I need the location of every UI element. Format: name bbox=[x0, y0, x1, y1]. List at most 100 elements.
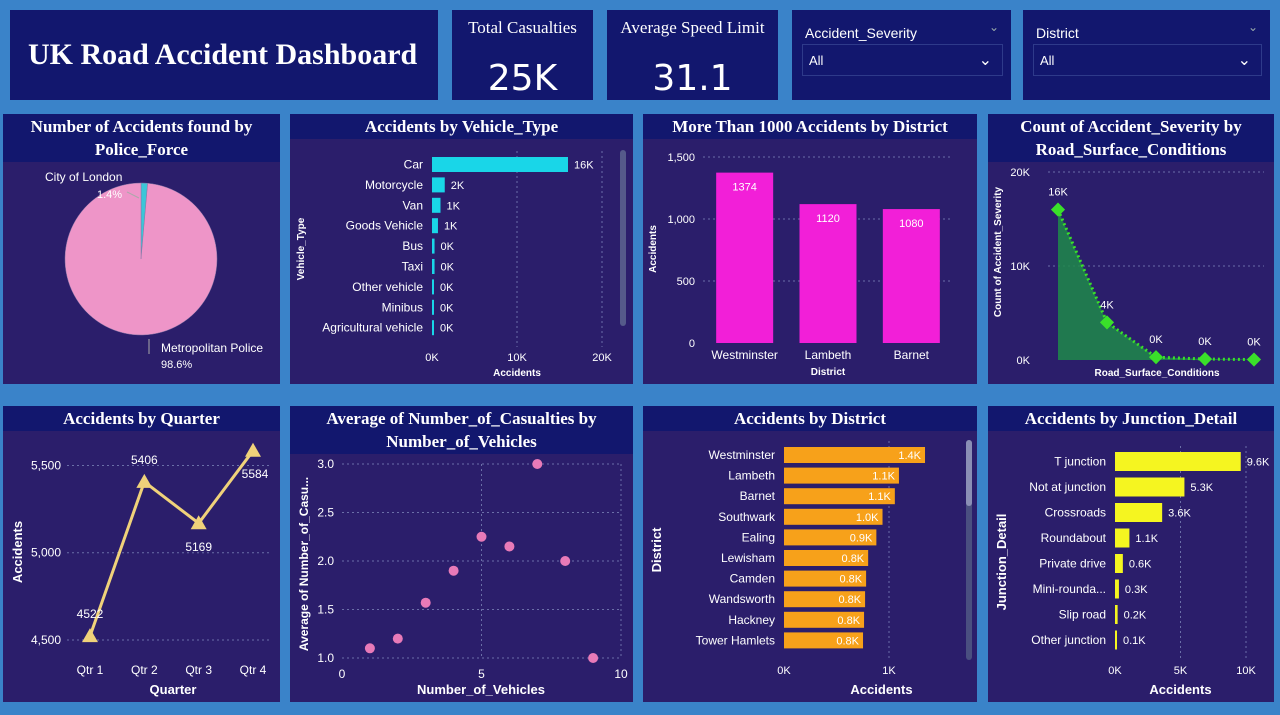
panel-title: Accidents by District bbox=[643, 406, 977, 431]
data-label: 0.1K bbox=[1123, 635, 1146, 647]
average-speed-limit-card[interactable]: Average Speed Limit 31.1 bbox=[607, 10, 778, 100]
bar bbox=[432, 157, 568, 172]
data-label: 4K bbox=[1100, 299, 1114, 311]
scatter-point bbox=[560, 556, 571, 566]
chevron-down-icon[interactable]: ⌄ bbox=[1238, 50, 1251, 70]
junction-panel[interactable]: Accidents by Junction_Detail 0K 5K 10K T ju… bbox=[988, 406, 1274, 702]
panel-title: Average of Number_of_Casualties by Numbe… bbox=[290, 406, 633, 454]
casualties-panel[interactable]: Average of Number_of_Casualties by Numbe… bbox=[290, 406, 633, 702]
data-label: 0K bbox=[1247, 337, 1261, 349]
x-axis-title: District bbox=[811, 367, 846, 378]
x-tick-label: 5 bbox=[478, 667, 485, 681]
casualties-scatter-chart[interactable]: 1.0 1.5 2.0 2.5 3.0 0 5 10 Number_of_Vehicles Ave… bbox=[290, 454, 633, 702]
data-label: 1K bbox=[447, 200, 461, 212]
scatter-point bbox=[392, 633, 403, 644]
category-label: Van bbox=[403, 198, 423, 212]
y-axis-title: District bbox=[649, 527, 664, 572]
bar bbox=[432, 279, 434, 295]
y-tick-label: 1,000 bbox=[667, 214, 695, 226]
data-label: 0K bbox=[1149, 334, 1163, 346]
panel-title: Number of Accidents found by Police_Forc… bbox=[3, 114, 280, 162]
district-dropdown[interactable]: All ⌄ bbox=[1033, 44, 1262, 76]
category-label: Minibus bbox=[382, 300, 423, 314]
scrollbar-thumb[interactable] bbox=[966, 440, 972, 506]
y-tick-label: 10K bbox=[1010, 261, 1030, 273]
district1000-bar-chart[interactable]: 0 500 1,000 1,500 1374 Westminster 1120 Lambeth… bbox=[643, 139, 977, 384]
data-point bbox=[1197, 351, 1213, 367]
category-label: Barnet bbox=[894, 348, 930, 362]
pie-slice bbox=[64, 182, 218, 336]
panel-title: Count of Accident_Severity by Road_Surfa… bbox=[988, 114, 1274, 162]
y-tick-label: 0K bbox=[1017, 355, 1031, 367]
junction-bar-chart[interactable]: 0K 5K 10K T junction 9.6K Not at junction 5.3K… bbox=[988, 432, 1274, 702]
category-label: Qtr 1 bbox=[77, 663, 104, 677]
chevron-down-icon[interactable]: ⌄ bbox=[979, 50, 992, 70]
surface-panel[interactable]: Count of Accident_Severity by Road_Surfa… bbox=[988, 114, 1274, 384]
x-axis-title: Road_Surface_Conditions bbox=[1094, 368, 1219, 379]
panel-title: More Than 1000 Accidents by District bbox=[643, 114, 977, 139]
data-label: 1080 bbox=[899, 218, 923, 230]
scrollbar[interactable] bbox=[620, 150, 626, 326]
dropdown-value: All bbox=[809, 53, 824, 68]
category-label: Other junction bbox=[1031, 633, 1106, 647]
panel-title: Accidents by Junction_Detail bbox=[988, 406, 1274, 431]
data-label: 0.9K bbox=[850, 532, 873, 544]
district-slicer[interactable]: District ⌄ All ⌄ bbox=[1023, 10, 1270, 100]
data-label: 16K bbox=[1048, 187, 1068, 199]
accident-severity-dropdown[interactable]: All ⌄ bbox=[802, 44, 1003, 76]
category-label: Not at junction bbox=[1029, 480, 1106, 494]
data-label: 1.4K bbox=[898, 450, 921, 462]
police-force-panel[interactable]: Number of Accidents found by Police_Forc… bbox=[3, 114, 280, 384]
data-label: 0.3K bbox=[1125, 584, 1148, 596]
district-panel[interactable]: Accidents by District 0K 1K Westminster 1.4… bbox=[643, 406, 977, 702]
bar bbox=[432, 177, 445, 193]
quarter-line-chart[interactable]: 4,500 5,000 5,500 4522 Qtr 1 5406 Qtr 2 5169 Qtr… bbox=[3, 432, 280, 702]
data-label: 1.0K bbox=[856, 512, 879, 524]
category-label: Qtr 4 bbox=[240, 663, 267, 677]
district-bar-chart[interactable]: 0K 1K Westminster 1.4K Lambeth 1.1K Barnet 1.1K… bbox=[643, 432, 977, 702]
category-label: Barnet bbox=[740, 489, 776, 503]
data-label: 0.6K bbox=[1129, 559, 1152, 571]
collapse-chevron-icon[interactable]: ⌄ bbox=[989, 20, 999, 34]
y-tick-label: 4,500 bbox=[31, 633, 61, 647]
category-label: Car bbox=[404, 158, 423, 172]
y-tick-label: 3.0 bbox=[317, 457, 334, 471]
data-label: 0K bbox=[441, 241, 455, 253]
data-label: 0K bbox=[1198, 336, 1212, 348]
y-tick-label: 20K bbox=[1010, 167, 1030, 179]
category-label: Qtr 3 bbox=[185, 663, 212, 677]
pie-value-label: 1.4% bbox=[97, 189, 122, 201]
category-label: Slip road bbox=[1059, 608, 1106, 622]
district1000-panel[interactable]: More Than 1000 Accidents by District 0 50… bbox=[643, 114, 977, 384]
surface-area-chart[interactable]: 0K 10K 20K 16K 4K 0K 0K 0K Dry Wet ordamp Frostor … bbox=[988, 162, 1274, 384]
police-force-pie-chart[interactable]: City of London 1.4% Metropolitan Police 98.… bbox=[3, 164, 280, 384]
total-casualties-card[interactable]: Total Casualties 25K bbox=[452, 10, 593, 100]
vehicle-type-panel[interactable]: Accidents by Vehicle_Type 0K 10K 20K Car 16K… bbox=[290, 114, 633, 384]
category-label: Ealing bbox=[742, 530, 775, 544]
y-axis-title: Junction_Detail bbox=[994, 514, 1009, 611]
scatter-point bbox=[504, 541, 515, 552]
bar bbox=[432, 299, 434, 315]
x-tick-label: 0K bbox=[425, 352, 439, 364]
category-label: Motorcycle bbox=[365, 178, 423, 192]
x-tick-label: 5K bbox=[1174, 665, 1188, 677]
y-tick-label: 1,500 bbox=[667, 152, 695, 164]
x-axis-title: Accidents bbox=[850, 682, 912, 697]
quarter-panel[interactable]: Accidents by Quarter 4,500 5,000 5,500 4522… bbox=[3, 406, 280, 702]
accident-severity-slicer[interactable]: Accident_Severity ⌄ All ⌄ bbox=[792, 10, 1011, 100]
dashboard-title: UK Road Accident Dashboard bbox=[28, 38, 418, 71]
data-label: 0.8K bbox=[838, 594, 861, 606]
data-label: 5.3K bbox=[1190, 482, 1213, 494]
data-label: 0K bbox=[441, 262, 455, 274]
data-label: 4522 bbox=[77, 607, 104, 621]
scatter-point bbox=[364, 643, 375, 654]
category-label: Wandsworth bbox=[709, 592, 775, 606]
vehicle-type-bar-chart[interactable]: 0K 10K 20K Car 16K Motorcycle 2K Van 1K Goods Veh… bbox=[290, 139, 633, 384]
category-label: Floodover3cm.... bbox=[1236, 382, 1272, 384]
data-label: 0.2K bbox=[1124, 610, 1147, 622]
bar bbox=[432, 320, 434, 336]
y-tick-label: 2.0 bbox=[317, 554, 334, 568]
data-label: 0.8K bbox=[842, 553, 865, 565]
bar bbox=[432, 218, 438, 234]
collapse-chevron-icon[interactable]: ⌄ bbox=[1248, 20, 1258, 34]
